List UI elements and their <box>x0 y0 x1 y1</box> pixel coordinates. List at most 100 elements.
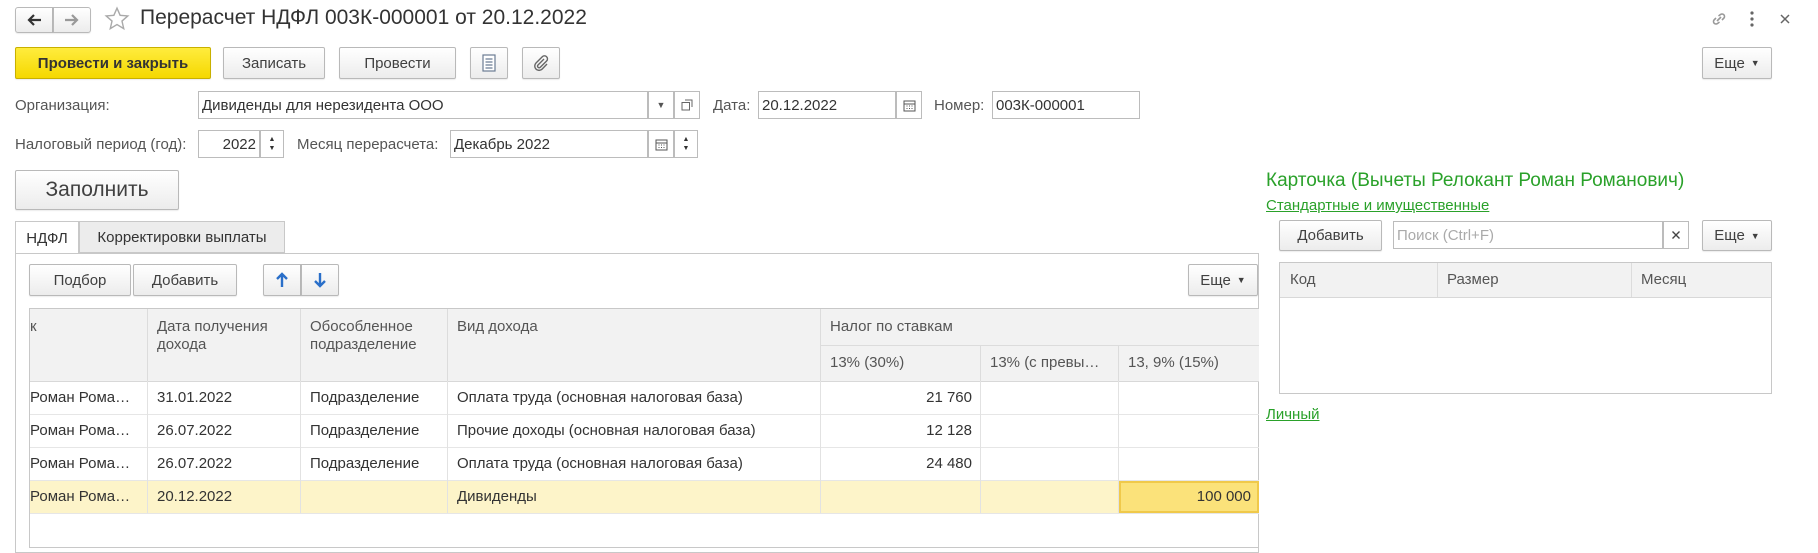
col-header-size[interactable]: Размер <box>1447 271 1499 288</box>
card-table-header <box>1280 263 1771 298</box>
col-header-tax-group[interactable]: Налог по ставкам <box>830 318 1130 335</box>
tab-payment-corrections[interactable]: Корректировки выплаты <box>79 221 285 253</box>
cell-rate1: 12 128 <box>926 422 972 439</box>
cell-rate1: 24 480 <box>926 455 972 472</box>
report-button[interactable] <box>470 47 508 79</box>
tab-ndfl-label: НДФЛ <box>26 229 68 247</box>
cell-employee: Роман Рома… <box>30 488 131 505</box>
org-value: Дивиденды для нерезидента ООО <box>202 96 444 114</box>
period-stepper[interactable]: ▲ ▼ <box>260 130 284 158</box>
org-dropdown-button[interactable]: ▼ <box>648 91 674 119</box>
more-vert-icon[interactable] <box>1742 8 1762 30</box>
org-label: Организация: <box>15 97 110 114</box>
table-row[interactable]: Роман Рома… 31.01.2022 Подразделение Опл… <box>30 382 1259 414</box>
date-label: Дата: <box>713 97 751 114</box>
tab-ndfl[interactable]: НДФЛ <box>15 221 79 254</box>
fill-button[interactable]: Заполнить <box>15 170 179 210</box>
col-header-rate2[interactable]: 13% (с превы… <box>990 354 1115 371</box>
number-value: 003К-000001 <box>996 96 1085 114</box>
dropdown-arrow-icon: ▼ <box>1750 230 1760 241</box>
calendar-icon <box>655 139 667 150</box>
chevron-down-icon: ▼ <box>656 100 666 110</box>
add-row-button[interactable]: Добавить <box>133 264 237 296</box>
tab-payment-corrections-label: Корректировки выплаты <box>97 228 267 246</box>
card-add-button[interactable]: Добавить <box>1279 220 1382 251</box>
link-personal[interactable]: Личный <box>1266 406 1319 423</box>
pick-button[interactable]: Подбор <box>29 264 131 296</box>
arrow-up-icon <box>276 272 288 287</box>
save-button[interactable]: Записать <box>223 47 325 79</box>
cell-division: Подразделение <box>310 455 420 472</box>
paperclip-icon <box>534 55 549 72</box>
col-header-employee[interactable]: к <box>30 318 140 335</box>
date-value: 20.12.2022 <box>762 96 838 114</box>
card-search-clear-button[interactable] <box>1663 221 1689 249</box>
col-header-division[interactable]: Обособленное подразделение <box>310 318 440 354</box>
org-field[interactable]: Дивиденды для нерезидента ООО <box>198 91 648 119</box>
col-header-rate3[interactable]: 13, 9% (15%) <box>1128 354 1253 371</box>
table-row[interactable]: Роман Рома… 26.07.2022 Подразделение Опл… <box>30 448 1259 480</box>
arrow-down-icon <box>314 273 326 288</box>
month-field[interactable]: Декабрь 2022 <box>450 130 648 158</box>
org-open-button[interactable] <box>674 91 700 119</box>
link-icon[interactable] <box>1708 8 1730 30</box>
attachment-button[interactable] <box>522 47 560 79</box>
col-header-code[interactable]: Код <box>1290 271 1316 288</box>
more-button[interactable]: Еще ▼ <box>1702 47 1772 79</box>
cell-income: Оплата труда (основная налоговая база) <box>457 389 743 406</box>
month-stepper[interactable]: ▲ ▼ <box>674 130 698 158</box>
cell-division: Подразделение <box>310 389 420 406</box>
ndfl-table: к Дата получения дохода Обособленное под… <box>29 308 1259 548</box>
col-header-month[interactable]: Месяц <box>1641 271 1686 288</box>
date-picker-button[interactable] <box>896 91 922 119</box>
close-icon <box>1672 231 1680 239</box>
cell-employee: Роман Рома… <box>30 389 131 406</box>
arrow-right-icon <box>65 14 79 26</box>
forward-button[interactable] <box>53 7 91 33</box>
date-field[interactable]: 20.12.2022 <box>758 91 896 119</box>
period-label: Налоговый период (год): <box>15 136 187 153</box>
cell-rate1: 21 760 <box>926 389 972 406</box>
search-placeholder: Поиск (Ctrl+F) <box>1397 226 1494 244</box>
card-title: Карточка (Вычеты Релокант Роман Романови… <box>1266 170 1685 191</box>
post-and-close-button[interactable]: Провести и закрыть <box>15 47 211 79</box>
star-icon[interactable] <box>103 5 131 33</box>
move-down-button[interactable] <box>301 264 339 296</box>
cell-division: Подразделение <box>310 422 420 439</box>
cell-date: 31.01.2022 <box>157 389 233 406</box>
dropdown-arrow-icon: ▼ <box>1236 275 1246 285</box>
col-header-income[interactable]: Вид дохода <box>457 318 807 335</box>
table-more-button[interactable]: Еще ▼ <box>1188 264 1258 296</box>
dropdown-arrow-icon: ▼ <box>1750 58 1760 68</box>
card-more-button[interactable]: Еще ▼ <box>1702 220 1772 251</box>
cell-rate3-active[interactable]: 100 000 <box>1119 481 1259 513</box>
col-header-date[interactable]: Дата получения дохода <box>157 318 292 354</box>
stepper-down-icon: ▼ <box>268 145 276 152</box>
stepper-up-icon: ▲ <box>682 136 690 143</box>
period-value: 2022 <box>222 135 256 153</box>
month-picker-button[interactable] <box>648 130 674 158</box>
arrow-left-icon <box>27 14 41 26</box>
cell-employee: Роман Рома… <box>30 455 131 472</box>
cell-income: Оплата труда (основная налоговая база) <box>457 455 743 472</box>
table-row[interactable]: Роман Рома… 26.07.2022 Подразделение Про… <box>30 415 1259 447</box>
post-button[interactable]: Провести <box>339 47 456 79</box>
number-label: Номер: <box>934 97 985 114</box>
stepper-down-icon: ▼ <box>682 145 690 152</box>
move-up-button[interactable] <box>263 264 301 296</box>
period-field[interactable]: 2022 <box>198 130 260 158</box>
back-button[interactable] <box>15 7 53 33</box>
calendar-icon <box>903 100 915 111</box>
page-title: Перерасчет НДФЛ 003К-000001 от 20.12.202… <box>140 6 587 29</box>
month-label: Месяц перерасчета: <box>297 136 439 153</box>
col-header-rate1[interactable]: 13% (30%) <box>830 354 970 371</box>
table-row-selected[interactable]: Роман Рома… 20.12.2022 Дивиденды 100 000 <box>30 481 1259 513</box>
number-field[interactable]: 003К-000001 <box>992 91 1140 119</box>
card-table: Код Размер Месяц <box>1279 262 1772 394</box>
month-value: Декабрь 2022 <box>454 135 551 153</box>
link-standard-property[interactable]: Стандартные и имущественные <box>1266 197 1489 214</box>
card-search-input[interactable]: Поиск (Ctrl+F) <box>1393 221 1663 249</box>
close-icon[interactable] <box>1774 8 1796 30</box>
cell-date: 26.07.2022 <box>157 422 233 439</box>
cell-date: 20.12.2022 <box>157 488 233 505</box>
